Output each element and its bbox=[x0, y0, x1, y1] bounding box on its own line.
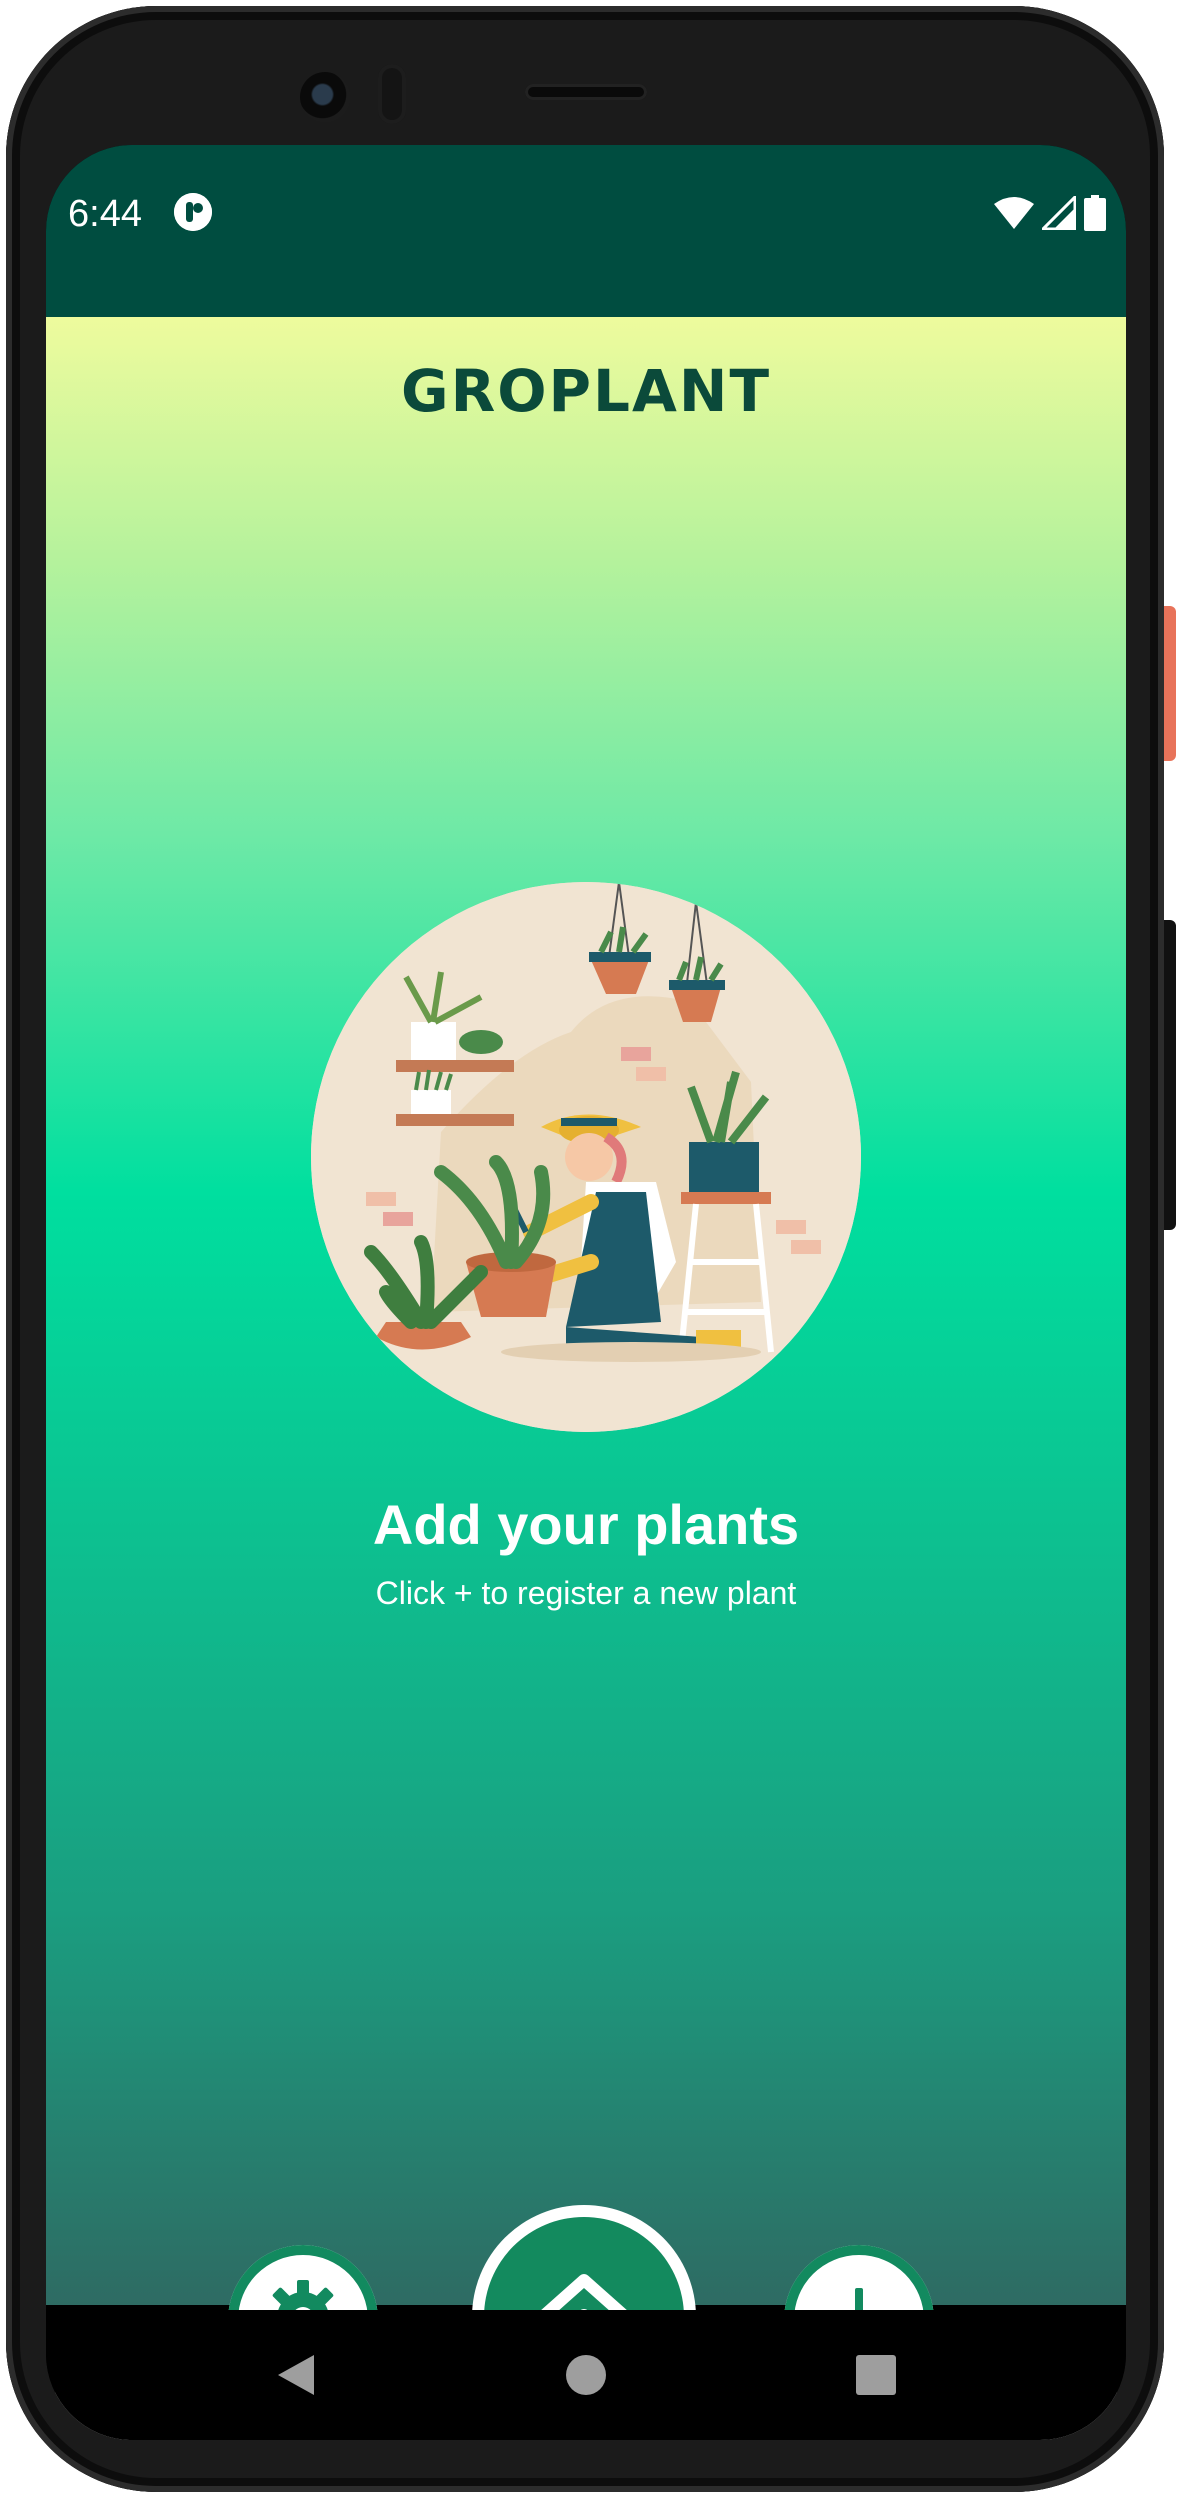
phone-device: 6:44 GROPLANT Add your plants Click + to… bbox=[0, 0, 1178, 2498]
proximity-sensor bbox=[378, 64, 406, 124]
status-icons bbox=[994, 193, 1106, 235]
status-bar: 6:44 bbox=[46, 145, 1126, 317]
earpiece-speaker bbox=[525, 84, 647, 100]
status-time: 6:44 bbox=[68, 193, 142, 235]
recents-square-icon[interactable] bbox=[831, 2310, 921, 2440]
empty-state-subtitle: Click + to register a new plant bbox=[375, 1575, 797, 1611]
empty-state-title: Add your plants bbox=[372, 1493, 800, 1556]
wifi-icon bbox=[994, 196, 1034, 234]
system-nav-bar bbox=[46, 2310, 1126, 2440]
app-title: GROPLANT bbox=[400, 357, 772, 425]
cellular-signal-icon bbox=[1039, 193, 1077, 234]
gardener-illustration bbox=[311, 882, 861, 1432]
home-circle-icon[interactable] bbox=[541, 2310, 631, 2440]
screen: 6:44 GROPLANT Add your plants Click + to… bbox=[46, 145, 1126, 2440]
volume-button bbox=[1164, 920, 1176, 1230]
app-notification-icon bbox=[174, 193, 212, 231]
power-button bbox=[1164, 606, 1176, 761]
battery-icon bbox=[1084, 195, 1106, 235]
front-camera bbox=[300, 72, 350, 122]
app-content: GROPLANT Add your plants Click + to regi… bbox=[46, 317, 1126, 2440]
back-triangle-icon[interactable] bbox=[251, 2310, 341, 2440]
